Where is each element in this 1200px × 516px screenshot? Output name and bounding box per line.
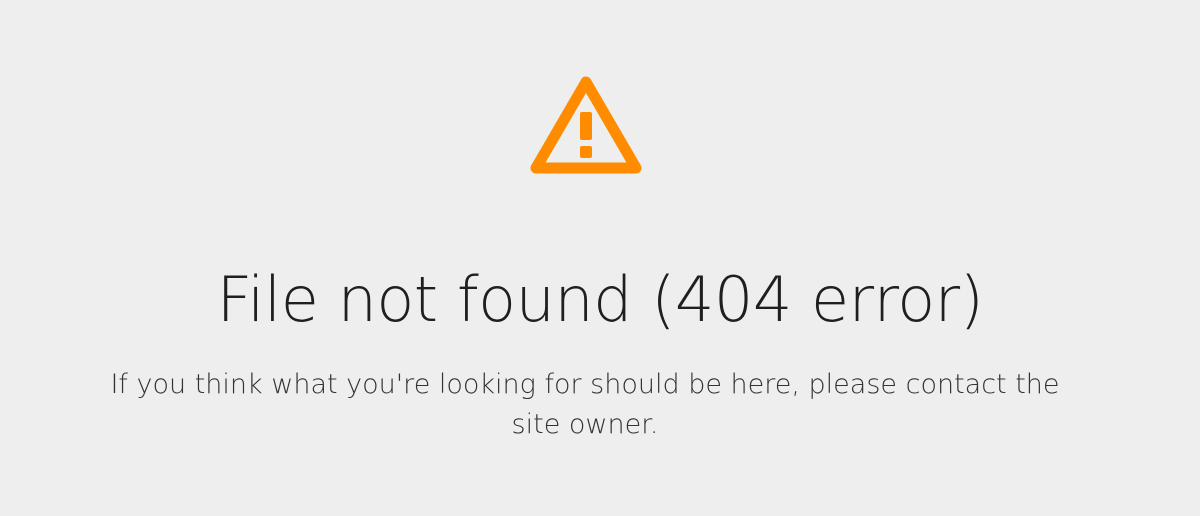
warning-icon bbox=[528, 74, 644, 176]
error-page: File not found (404 error) If you think … bbox=[0, 0, 1200, 516]
error-message: If you think what you're looking for sho… bbox=[110, 369, 1060, 440]
error-title: File not found (404 error) bbox=[216, 262, 984, 336]
